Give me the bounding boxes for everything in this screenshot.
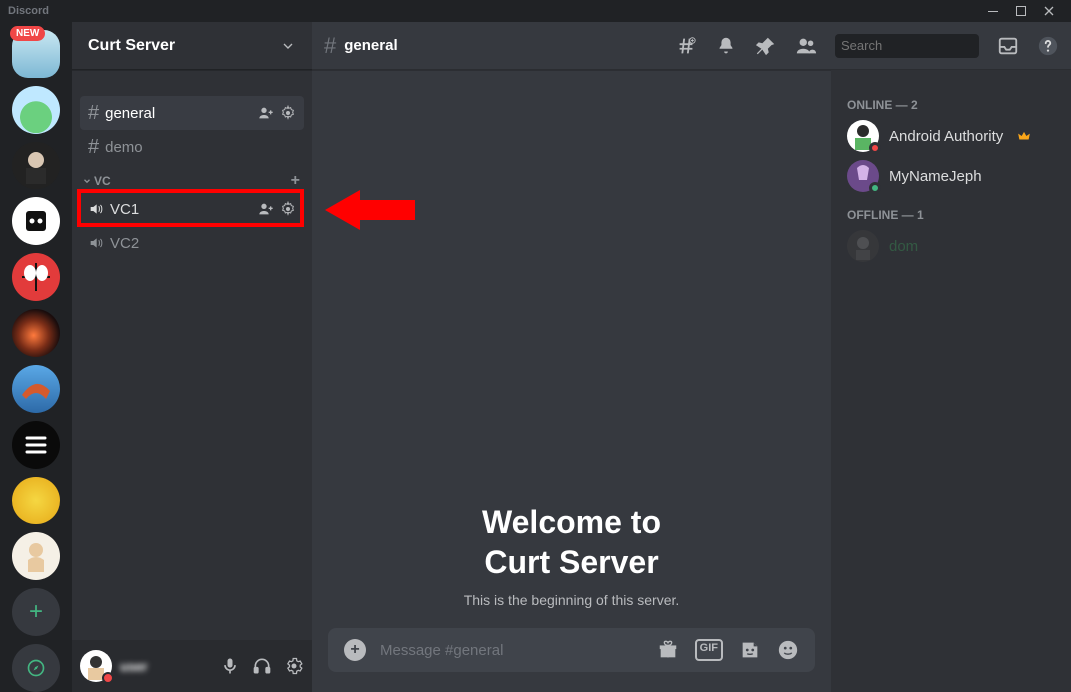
titlebar: Discord: [0, 0, 1071, 22]
channel-name: demo: [105, 139, 143, 156]
server-item[interactable]: [12, 197, 60, 245]
header-channel-name: general: [344, 37, 397, 54]
chat-area: Welcome to Curt Server This is the begin…: [312, 70, 831, 692]
inbox-icon[interactable]: [997, 35, 1019, 57]
mute-button[interactable]: [220, 656, 240, 676]
member-name: dom: [889, 238, 918, 255]
app-name: Discord: [8, 5, 49, 17]
crown-icon: [1017, 129, 1031, 143]
members-online-header: ONLINE — 2: [839, 86, 1063, 116]
explore-servers-button[interactable]: [12, 644, 60, 692]
new-badge: NEW: [10, 26, 45, 41]
status-dnd-icon: [869, 142, 881, 154]
members-list: ONLINE — 2 Android Authority MyNameJeph …: [831, 70, 1071, 692]
chevron-down-icon: [280, 38, 296, 54]
chevron-down-icon: [82, 176, 92, 186]
status-online-icon: [869, 182, 881, 194]
server-name: Curt Server: [88, 37, 175, 55]
server-item[interactable]: [12, 421, 60, 469]
channel-name: VC1: [110, 201, 139, 218]
voice-channel[interactable]: VC2: [80, 226, 304, 260]
speaker-icon: [88, 201, 104, 217]
sticker-icon[interactable]: [739, 639, 761, 661]
text-channel[interactable]: # demo: [80, 130, 304, 164]
member-name: Android Authority: [889, 128, 1003, 145]
message-input-placeholder[interactable]: Message #general: [380, 642, 643, 659]
server-item[interactable]: [12, 309, 60, 357]
invite-icon[interactable]: [258, 201, 274, 217]
member-name: MyNameJeph: [889, 168, 982, 185]
server-item[interactable]: [12, 253, 60, 301]
avatar: [847, 160, 879, 192]
server-list: NEW +: [0, 22, 72, 692]
self-username: user: [120, 659, 147, 674]
annotation-arrow-icon: [325, 190, 415, 230]
messages-area: Welcome to Curt Server This is the begin…: [312, 70, 831, 628]
hash-icon: #: [324, 33, 336, 59]
members-offline-header: OFFLINE — 1: [839, 196, 1063, 226]
create-channel-button[interactable]: +: [291, 172, 300, 190]
avatar: [847, 120, 879, 152]
main-column: # general Welcome to Curt: [312, 22, 1071, 692]
pinned-icon[interactable]: [755, 35, 777, 57]
server-item[interactable]: [12, 477, 60, 525]
members-toggle-icon[interactable]: [795, 35, 817, 57]
text-channel[interactable]: # general: [80, 96, 304, 130]
channel-name: VC2: [110, 235, 139, 252]
chat-header: # general: [312, 22, 1071, 70]
channel-list: # general # demo VC + VC1: [72, 70, 312, 640]
gift-icon[interactable]: [657, 639, 679, 661]
settings-button[interactable]: [284, 656, 304, 676]
search-box[interactable]: [835, 34, 979, 58]
category-name: VC: [94, 174, 111, 188]
server-item[interactable]: [12, 365, 60, 413]
window-minimize-button[interactable]: [979, 0, 1007, 22]
add-server-button[interactable]: +: [12, 588, 60, 636]
self-avatar[interactable]: [80, 650, 112, 682]
user-panel: user: [72, 640, 312, 692]
invite-icon[interactable]: [258, 105, 274, 121]
channel-category[interactable]: VC +: [80, 164, 304, 192]
member-item[interactable]: MyNameJeph: [839, 156, 1063, 196]
welcome-title: Welcome to Curt Server: [482, 502, 661, 582]
avatar: [847, 230, 879, 262]
status-dnd-icon: [102, 672, 114, 684]
server-item[interactable]: [12, 532, 60, 580]
attach-button[interactable]: +: [344, 639, 366, 661]
member-item[interactable]: Android Authority: [839, 116, 1063, 156]
speaker-icon: [88, 235, 104, 251]
emoji-icon[interactable]: [777, 639, 799, 661]
member-item[interactable]: dom: [839, 226, 1063, 266]
window-maximize-button[interactable]: [1007, 0, 1035, 22]
server-item[interactable]: [12, 86, 60, 134]
gear-icon[interactable]: [280, 105, 296, 121]
welcome-subtitle: This is the beginning of this server.: [464, 592, 680, 608]
threads-icon[interactable]: [675, 35, 697, 57]
server-header[interactable]: Curt Server: [72, 22, 312, 70]
window-close-button[interactable]: [1035, 0, 1063, 22]
help-icon[interactable]: [1037, 35, 1059, 57]
voice-channel[interactable]: VC1: [80, 192, 304, 226]
gif-button[interactable]: GIF: [695, 639, 723, 661]
hash-icon: #: [88, 136, 99, 159]
server-item[interactable]: [12, 142, 60, 190]
gear-icon[interactable]: [280, 201, 296, 217]
notifications-icon[interactable]: [715, 35, 737, 57]
deafen-button[interactable]: [252, 656, 272, 676]
message-compose[interactable]: + Message #general GIF: [328, 628, 815, 672]
search-input[interactable]: [841, 38, 1017, 53]
channel-name: general: [105, 105, 155, 122]
channel-sidebar: Curt Server # general # demo VC +: [72, 22, 312, 692]
hash-icon: #: [88, 102, 99, 125]
